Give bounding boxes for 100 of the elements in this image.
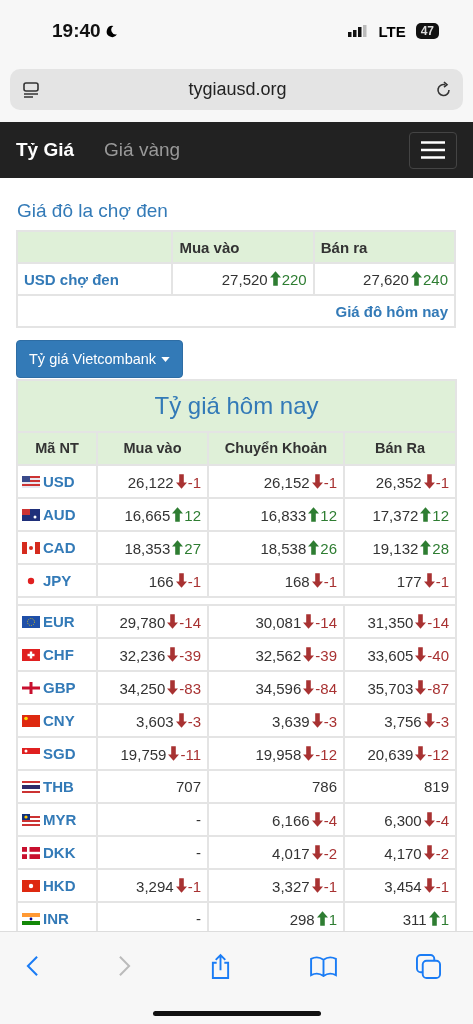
table-cell: 166 -1 bbox=[97, 564, 208, 597]
table-cell: 34,596 -84 bbox=[208, 671, 344, 704]
down-arrow-icon bbox=[167, 613, 179, 629]
table-cell: 31,350 -14 bbox=[344, 605, 456, 638]
down-arrow-icon bbox=[311, 712, 323, 728]
share-icon[interactable] bbox=[210, 952, 231, 980]
table-cell: 33,605 -40 bbox=[344, 638, 456, 671]
down-arrow-icon bbox=[303, 613, 315, 629]
down-arrow-icon bbox=[175, 877, 187, 893]
down-arrow-icon bbox=[311, 572, 323, 588]
currency-code: SGD bbox=[43, 745, 76, 762]
flag-icon bbox=[22, 509, 40, 521]
up-arrow-icon bbox=[428, 910, 440, 926]
up-arrow-icon bbox=[172, 506, 184, 522]
table-cell: 3,327 -1 bbox=[208, 869, 344, 902]
table-cell: 16,833 12 bbox=[208, 498, 344, 531]
flag-icon bbox=[22, 847, 40, 859]
table-cell: - bbox=[97, 836, 208, 869]
table-header-cell: Mã NT bbox=[17, 432, 97, 465]
section-title: Giá đô la chợ đen bbox=[17, 200, 169, 222]
reader-icon[interactable] bbox=[22, 80, 40, 99]
bank-dropdown-button[interactable]: Tỷ giá Vietcombank bbox=[16, 340, 184, 378]
address-bar[interactable]: tygiausd.org bbox=[10, 69, 463, 110]
down-arrow-icon bbox=[423, 844, 435, 860]
up-arrow-icon bbox=[420, 506, 432, 522]
signal-icon bbox=[348, 25, 369, 37]
table-header-cell: Bán ra bbox=[313, 231, 455, 263]
table-cell: 3,454 -1 bbox=[344, 869, 456, 902]
currency-code: CAD bbox=[43, 539, 76, 556]
table-cell: 19,132 28 bbox=[344, 531, 456, 564]
table-cell: 3,603 -3 bbox=[97, 704, 208, 737]
up-arrow-icon bbox=[420, 539, 432, 555]
flag-icon bbox=[22, 476, 40, 488]
table-cell: 3,294 -1 bbox=[97, 869, 208, 902]
currency-code: CNY bbox=[43, 712, 75, 729]
currency-code: HKD bbox=[43, 877, 76, 894]
book-icon[interactable] bbox=[310, 955, 337, 977]
down-arrow-icon bbox=[311, 473, 323, 489]
today-price-link[interactable]: Giá đô hôm nay bbox=[335, 302, 448, 320]
up-arrow-icon bbox=[269, 270, 281, 286]
table-cell: 168 -1 bbox=[208, 564, 344, 597]
down-arrow-icon bbox=[168, 745, 180, 761]
table-cell: 17,372 12 bbox=[344, 498, 456, 531]
up-arrow-icon bbox=[308, 506, 320, 522]
nav-link[interactable]: Giá vàng bbox=[104, 139, 181, 161]
currency-code: USD bbox=[43, 473, 75, 490]
currency-code: AUD bbox=[43, 506, 76, 523]
table-header-cell: Chuyển Khoản bbox=[208, 432, 344, 465]
up-arrow-icon bbox=[172, 539, 184, 555]
down-arrow-icon bbox=[311, 877, 323, 893]
table-cell: 3,639 -3 bbox=[208, 704, 344, 737]
table-cell: 34,250 -83 bbox=[97, 671, 208, 704]
down-arrow-icon bbox=[167, 679, 179, 695]
down-arrow-icon bbox=[423, 811, 435, 827]
table-cell: 3,756 -3 bbox=[344, 704, 456, 737]
table-cell: 32,236 -39 bbox=[97, 638, 208, 671]
up-arrow-icon bbox=[316, 910, 328, 926]
table-header-cell: Mua vào bbox=[172, 231, 314, 263]
moon-icon bbox=[104, 24, 118, 38]
table-cell: 32,562 -39 bbox=[208, 638, 344, 671]
table-cell: 19,759 -11 bbox=[97, 737, 208, 770]
table-cell: 35,703 -87 bbox=[344, 671, 456, 704]
down-arrow-icon bbox=[303, 745, 315, 761]
down-arrow-icon bbox=[423, 473, 435, 489]
clock: 19:40 bbox=[52, 20, 101, 42]
flag-icon bbox=[22, 542, 40, 554]
table-cell: 6,166 -4 bbox=[208, 803, 344, 836]
caret-icon bbox=[161, 356, 171, 362]
table-cell: 27,520 220 bbox=[172, 263, 314, 295]
menu-button[interactable] bbox=[409, 131, 457, 169]
down-arrow-icon bbox=[303, 679, 315, 695]
network-label: LTE bbox=[378, 22, 406, 40]
flag-icon bbox=[22, 913, 40, 925]
down-arrow-icon bbox=[423, 572, 435, 588]
table-cell: 177 -1 bbox=[344, 564, 456, 597]
table-cell: 19,958 -12 bbox=[208, 737, 344, 770]
table-cell: - bbox=[97, 803, 208, 836]
flag-icon bbox=[22, 880, 40, 892]
currency-code: DKK bbox=[43, 844, 76, 861]
table-cell: 819 bbox=[344, 770, 456, 803]
row-label: USD chợ đen bbox=[17, 263, 173, 295]
table-header-cell: Bán Ra bbox=[344, 432, 456, 465]
table-cell: 29,780 -14 bbox=[97, 605, 208, 638]
down-arrow-icon bbox=[415, 745, 427, 761]
table-cell: 786 bbox=[208, 770, 344, 803]
tabs-icon[interactable] bbox=[416, 953, 441, 979]
table-cell: 27,620 240 bbox=[313, 263, 455, 295]
down-arrow-icon bbox=[423, 877, 435, 893]
flag-icon bbox=[22, 814, 40, 826]
flag-icon bbox=[22, 649, 40, 661]
table-cell: 18,353 27 bbox=[97, 531, 208, 564]
back-icon[interactable] bbox=[26, 955, 39, 977]
currency-code: MYR bbox=[43, 811, 77, 828]
down-arrow-icon bbox=[175, 712, 187, 728]
table-cell: 20,639 -12 bbox=[344, 737, 456, 770]
down-arrow-icon bbox=[415, 646, 427, 662]
table-title: Tỷ giá hôm nay bbox=[17, 380, 456, 432]
brand-link[interactable]: Tỷ Giá bbox=[16, 139, 75, 161]
down-arrow-icon bbox=[415, 613, 427, 629]
reload-icon[interactable] bbox=[435, 80, 453, 99]
